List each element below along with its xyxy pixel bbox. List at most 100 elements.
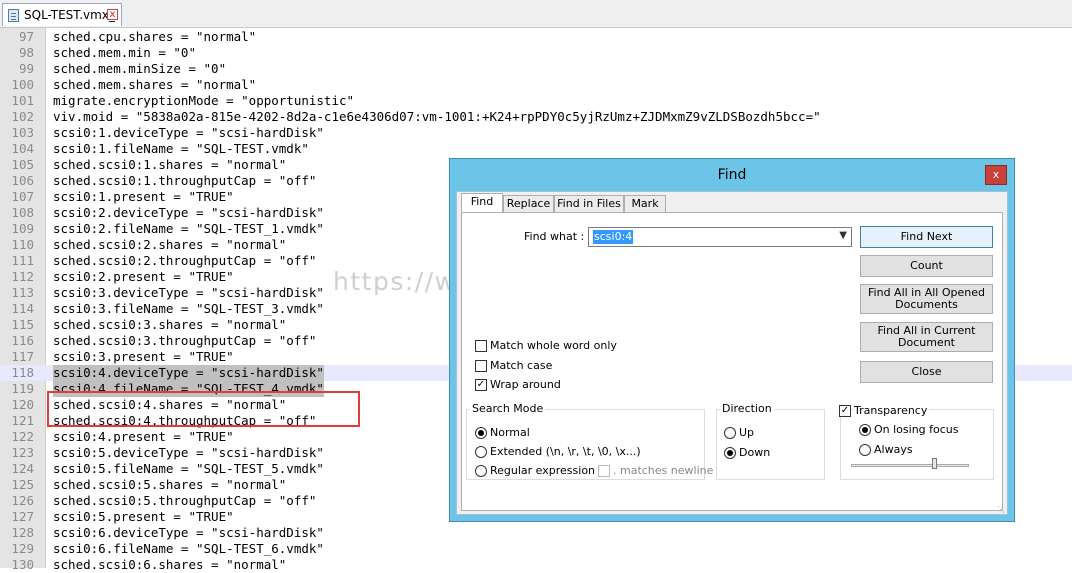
line-text: sched.scsi0:3.throughputCap = "off" (53, 333, 317, 348)
line-number: 103 (11, 125, 34, 140)
line-number: 99 (18, 61, 34, 76)
transparency-slider-thumb[interactable] (932, 458, 938, 469)
line-text: scsi0:4.deviceType = "scsi-hardDisk" (53, 365, 324, 381)
code-line[interactable]: 98 sched.mem.min = "0" (0, 45, 1072, 61)
code-line[interactable]: 129 scsi0:6.fileName = "SQL-TEST_6.vmdk" (0, 541, 1072, 557)
transparency-on-losing-focus-label: On losing focus (874, 423, 959, 436)
line-number: 119 (11, 381, 34, 396)
line-text: sched.scsi0:1.throughputCap = "off" (53, 173, 317, 188)
transparency-checkbox[interactable]: ✓ (839, 405, 851, 417)
line-number: 98 (18, 45, 34, 60)
close-tab-icon[interactable]: x (107, 9, 118, 20)
code-line[interactable]: 130 sched.scsi0:6.shares = "normal" (0, 557, 1072, 573)
search-mode-regex-label: Regular expression (490, 464, 596, 477)
matches-newline-checkbox[interactable] (598, 465, 610, 477)
code-line[interactable]: 99 sched.mem.minSize = "0" (0, 61, 1072, 77)
line-text: scsi0:3.deviceType = "scsi-hardDisk" (53, 285, 324, 300)
line-number: 117 (11, 349, 34, 364)
match-whole-word-label: Match whole word only (490, 339, 617, 352)
direction-down-label: Down (739, 446, 771, 459)
line-number: 123 (11, 445, 34, 460)
line-text: sched.cpu.shares = "normal" (53, 29, 257, 44)
search-mode-regex-radio[interactable] (475, 465, 487, 477)
file-tab[interactable]: SQL-TEST.vmx_ x (2, 3, 122, 26)
line-text: migrate.encryptionMode = "opportunistic" (53, 93, 355, 108)
find-next-button[interactable]: Find Next (860, 226, 993, 248)
transparency-slider-track[interactable] (851, 464, 969, 467)
line-text: scsi0:5.fileName = "SQL-TEST_5.vmdk" (53, 461, 324, 476)
line-number: 115 (11, 317, 34, 332)
chevron-down-icon[interactable]: ▼ (839, 230, 847, 241)
direction-up-radio[interactable] (724, 427, 736, 439)
line-text: sched.scsi0:5.throughputCap = "off" (53, 493, 317, 508)
line-text: sched.mem.shares = "normal" (53, 77, 257, 92)
highlight-annotation-box (47, 391, 360, 427)
line-number: 130 (11, 557, 34, 572)
line-number: 114 (11, 301, 34, 316)
line-number: 105 (11, 157, 34, 172)
direction-group: Direction (716, 402, 825, 480)
tab-find-in-files[interactable]: Find in Files (554, 195, 624, 213)
line-text: scsi0:5.deviceType = "scsi-hardDisk" (53, 445, 324, 460)
tab-find[interactable]: Find (461, 193, 503, 214)
transparency-title: Transparency (854, 404, 930, 417)
line-number: 104 (11, 141, 34, 156)
line-number: 116 (11, 333, 34, 348)
code-line[interactable]: 103 scsi0:1.deviceType = "scsi-hardDisk" (0, 125, 1072, 141)
line-number: 97 (18, 29, 34, 44)
find-all-current-button[interactable]: Find All in Current Document (860, 322, 993, 352)
file-icon (8, 9, 19, 22)
transparency-on-losing-focus-radio[interactable] (859, 424, 871, 436)
line-number: 120 (11, 397, 34, 412)
line-number: 128 (11, 525, 34, 540)
close-button[interactable]: Close (860, 361, 993, 383)
dialog-title: Find (717, 167, 747, 183)
tab-replace[interactable]: Replace (503, 195, 554, 213)
matches-newline-label: . matches newline (613, 464, 714, 477)
line-number: 124 (11, 461, 34, 476)
direction-up-label: Up (739, 426, 755, 439)
tab-bar: SQL-TEST.vmx_ x (0, 0, 1072, 28)
line-number: 110 (11, 237, 34, 252)
line-text: scsi0:5.present = "TRUE" (53, 509, 234, 524)
line-number: 106 (11, 173, 34, 188)
code-line[interactable]: 128 scsi0:6.deviceType = "scsi-hardDisk" (0, 525, 1072, 541)
dialog-close-button[interactable]: x (985, 165, 1007, 185)
line-number: 102 (11, 109, 34, 124)
line-number: 118 (11, 365, 34, 380)
line-number: 121 (11, 413, 34, 428)
search-mode-extended-label: Extended (\n, \r, \t, \0, \x...) (490, 445, 641, 458)
code-line[interactable]: 101 migrate.encryptionMode = "opportunist… (0, 93, 1072, 109)
line-text: scsi0:6.deviceType = "scsi-hardDisk" (53, 525, 324, 540)
resize-grip-icon[interactable]: ⋱ (997, 505, 1005, 514)
search-mode-extended-radio[interactable] (475, 446, 487, 458)
direction-down-radio[interactable] (724, 447, 736, 459)
find-what-combobox[interactable]: scsi0:4 ▼ (588, 227, 852, 247)
line-text: scsi0:3.fileName = "SQL-TEST_3.vmdk" (53, 301, 324, 316)
match-case-checkbox[interactable] (475, 360, 487, 372)
wrap-around-checkbox[interactable]: ✓ (475, 379, 487, 391)
count-button[interactable]: Count (860, 255, 993, 277)
line-text: scsi0:1.deviceType = "scsi-hardDisk" (53, 125, 324, 140)
tab-mark[interactable]: Mark (624, 195, 666, 213)
find-all-opened-button[interactable]: Find All in All Opened Documents (860, 284, 993, 314)
line-text: scsi0:1.fileName = "SQL-TEST.vmdk" (53, 141, 309, 156)
code-line[interactable]: 104 scsi0:1.fileName = "SQL-TEST.vmdk" (0, 141, 1072, 157)
line-text: sched.scsi0:2.throughputCap = "off" (53, 253, 317, 268)
line-number: 127 (11, 509, 34, 524)
line-number: 112 (11, 269, 34, 284)
code-line[interactable]: 100 sched.mem.shares = "normal" (0, 77, 1072, 93)
transparency-always-radio[interactable] (859, 444, 871, 456)
line-text: scsi0:2.fileName = "SQL-TEST_1.vmdk" (53, 221, 324, 236)
line-text: scsi0:4.present = "TRUE" (53, 429, 234, 444)
search-mode-normal-radio[interactable] (475, 427, 487, 439)
line-number: 101 (11, 93, 34, 108)
line-text: scsi0:3.present = "TRUE" (53, 349, 234, 364)
line-text: sched.scsi0:1.shares = "normal" (53, 157, 287, 172)
line-number: 111 (11, 253, 34, 268)
code-line[interactable]: 102 viv.moid = "5838a02a-815e-4202-8d2a-c… (0, 109, 1072, 125)
match-whole-word-checkbox[interactable] (475, 340, 487, 352)
line-number: 129 (11, 541, 34, 556)
line-text: viv.moid = "5838a02a-815e-4202-8d2a-c1e6… (53, 109, 821, 124)
code-line[interactable]: 97 sched.cpu.shares = "normal" (0, 29, 1072, 45)
